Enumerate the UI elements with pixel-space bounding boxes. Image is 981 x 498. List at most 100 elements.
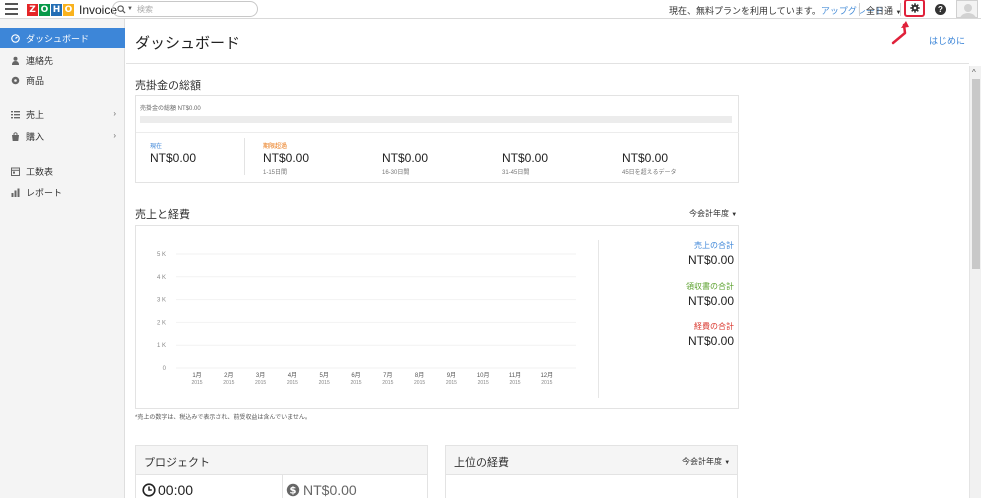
receivables-bucket: 期限超過 NT$0.00 1-15日間	[263, 141, 309, 176]
divider	[282, 475, 283, 498]
y-tick-label: 5 K	[157, 252, 166, 258]
summary-label: 経費の合計	[694, 322, 734, 331]
bucket-amount[interactable]: NT$0.00	[502, 151, 548, 165]
settings-button[interactable]	[904, 0, 925, 17]
x-tick-label-month: 2月	[224, 372, 233, 379]
x-tick-label-month: 3月	[256, 372, 265, 379]
period-label: 今会計年度	[682, 457, 722, 466]
bucket-amount[interactable]: NT$0.00	[622, 151, 677, 165]
sidebar-item-reports[interactable]: レポート	[0, 182, 125, 202]
x-tick-label-year: 2015	[414, 380, 425, 386]
bucket-amount[interactable]: NT$0.00	[150, 151, 196, 165]
sidebar-item-timesheet[interactable]: 工数表	[0, 161, 125, 181]
sales-expenses-panel: 01 K2 K3 K4 K5 K 1月 2015 2月 2015 3月 2015 4月 2015…	[135, 225, 739, 409]
sidebar-item-purchases[interactable]: 購入 ›	[0, 126, 125, 146]
x-tick-label-year: 2015	[287, 380, 298, 386]
bucket-subtitle: 1-15日間	[263, 170, 288, 176]
divider	[244, 138, 245, 175]
projects-time: 00:00	[142, 482, 193, 498]
bucket-subtitle: 31-45日間	[502, 170, 530, 176]
search-icon[interactable]	[117, 4, 126, 14]
x-tick-label-year: 2015	[223, 380, 234, 386]
sales-expenses-chart: 01 K2 K3 K4 K5 K1月20152月20153月20154月2015…	[157, 252, 576, 386]
sales-total-summary: 売上の合計 NT$0.00	[688, 240, 734, 267]
divider	[136, 132, 739, 133]
x-tick-label-year: 2015	[350, 380, 361, 386]
projects-amount-value: NT$0.00	[303, 482, 357, 498]
x-tick-label-year: 2015	[509, 380, 520, 386]
summary-amount: NT$0.00	[687, 294, 734, 308]
scroll-up-icon[interactable]: ^	[972, 68, 976, 77]
top-expenses-period-dropdown[interactable]: 今会計年度 ▼	[682, 456, 730, 467]
logo-letter: H	[51, 3, 62, 16]
help-icon[interactable]: ?	[935, 4, 946, 15]
plan-text: 現在、無料プランを利用しています。	[669, 6, 821, 16]
logo-letter: O	[39, 3, 50, 16]
sales-period-dropdown[interactable]: 今会計年度 ▼	[689, 208, 737, 219]
sidebar-item-label: ダッシュボード	[26, 33, 90, 44]
receipts-total-summary: 領収書の合計 NT$0.00	[686, 281, 734, 308]
y-tick-label: 4 K	[157, 275, 166, 281]
summary-label: 領収書の合計	[686, 282, 734, 291]
sidebar-item-label: 売上	[26, 109, 45, 120]
bucket-amount[interactable]: NT$0.00	[382, 151, 428, 165]
timesheet-icon	[10, 166, 20, 176]
vertical-scrollbar[interactable]: ^	[969, 66, 981, 498]
receivables-total-label: 売掛金の総額 NT$0.00	[140, 106, 201, 112]
period-label: 今会計年度	[689, 209, 729, 218]
chevron-right-icon: ›	[113, 131, 116, 140]
sidebar-item-sales[interactable]: 売上 ›	[0, 104, 125, 124]
summary-label: 売上の合計	[694, 241, 734, 250]
top-bar: Z O H O Invoice ▼ 現在、無料プランを利用しています。アップグレ…	[0, 0, 981, 19]
chevron-right-icon: ›	[113, 109, 116, 118]
summary-amount: NT$0.00	[687, 334, 734, 348]
receivables-progress-bar	[140, 116, 732, 123]
x-tick-label-month: 4月	[288, 372, 297, 379]
search-input[interactable]	[136, 4, 247, 14]
x-tick-label-year: 2015	[541, 380, 552, 386]
divider	[598, 240, 599, 398]
sidebar-item-contacts[interactable]: 連絡先	[0, 50, 125, 70]
receivables-title: 売掛金の総額	[135, 80, 201, 92]
search-box: ▼	[112, 1, 258, 17]
projects-amount: $ NT$0.00	[286, 482, 357, 498]
sidebar-item-items[interactable]: 商品	[0, 70, 125, 90]
x-tick-label-month: 6月	[351, 372, 360, 379]
divider	[900, 3, 901, 16]
search-scope-caret-icon[interactable]: ▼	[127, 6, 133, 12]
sidebar-item-dashboard[interactable]: ダッシュボード	[0, 28, 125, 48]
x-tick-label-year: 2015	[319, 380, 330, 386]
logo-letter: O	[63, 3, 74, 16]
avatar[interactable]	[956, 0, 978, 18]
x-tick-label-month: 12月	[540, 372, 553, 379]
reports-icon	[10, 187, 20, 197]
projects-time-value: 00:00	[158, 482, 194, 498]
app-logo[interactable]: Z O H O Invoice	[27, 2, 117, 17]
bucket-label: 期限超過	[263, 144, 288, 150]
get-started-link[interactable]: はじめに	[929, 34, 965, 47]
y-tick-label: 2 K	[157, 320, 166, 326]
chevron-down-icon: ▼	[724, 460, 731, 466]
scrollbar-thumb[interactable]	[972, 79, 980, 269]
x-tick-label-month: 7月	[383, 372, 392, 379]
receivables-panel: 売掛金の総額 NT$0.00 現在 NT$0.00 期限超過 NT$0.00 1…	[135, 95, 739, 183]
annotation-arrow-icon	[891, 21, 909, 45]
logo-letter: Z	[27, 3, 38, 16]
organization-switcher[interactable]: 全日通 ▼	[866, 4, 901, 17]
bucket-label	[502, 141, 548, 150]
x-tick-label-month: 5月	[320, 372, 329, 379]
y-tick-label: 0	[163, 366, 167, 372]
hamburger-menu-icon[interactable]	[5, 3, 18, 15]
bucket-amount[interactable]: NT$0.00	[263, 151, 309, 165]
dashboard-icon	[10, 33, 20, 43]
projects-title: プロジェクト	[144, 457, 210, 469]
sidebar-item-label: 工数表	[26, 166, 54, 177]
x-tick-label-month: 9月	[447, 372, 456, 379]
top-expenses-title: 上位の経費	[454, 457, 509, 469]
user-avatar-icon	[960, 4, 976, 17]
x-tick-label-month: 8月	[415, 372, 424, 379]
header-divider	[126, 63, 969, 64]
items-icon	[10, 75, 20, 85]
sidebar: ダッシュボード 連絡先 商品 売上 › 購入 › 工数表 レポート	[0, 19, 125, 498]
x-tick-label-year: 2015	[191, 380, 202, 386]
